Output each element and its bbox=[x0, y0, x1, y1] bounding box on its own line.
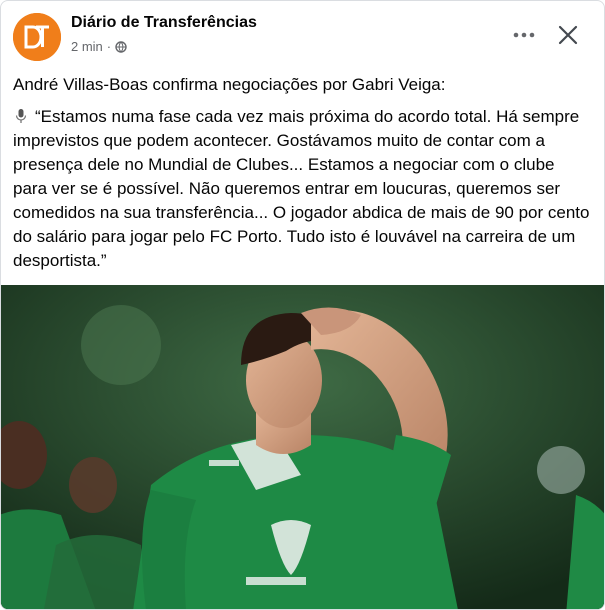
post-timestamp[interactable]: 2 min bbox=[71, 39, 103, 54]
post-quote-paragraph: “Estamos numa fase cada vez mais próxima… bbox=[13, 105, 593, 273]
close-button[interactable] bbox=[554, 21, 582, 49]
post-text: André Villas-Boas confirma negociações p… bbox=[13, 73, 593, 273]
close-icon bbox=[558, 25, 578, 45]
post-photo[interactable] bbox=[1, 285, 604, 609]
page-avatar[interactable] bbox=[13, 13, 61, 61]
more-options-button[interactable] bbox=[510, 23, 538, 47]
post-header: Diário de Transferências 2 min · bbox=[1, 1, 604, 71]
page-name[interactable]: Diário de Transferências bbox=[71, 14, 257, 32]
post-headline: André Villas-Boas confirma negociações p… bbox=[13, 75, 446, 94]
dt-logo-icon bbox=[13, 13, 61, 61]
player-photo-image bbox=[1, 285, 604, 609]
post-quote: “Estamos numa fase cada vez mais próxima… bbox=[13, 107, 590, 270]
meta-separator: · bbox=[106, 39, 112, 54]
post-card: Diário de Transferências 2 min · André V… bbox=[0, 0, 605, 610]
post-meta: 2 min · bbox=[71, 39, 127, 54]
globe-icon bbox=[115, 40, 127, 53]
microphone-icon bbox=[15, 109, 27, 123]
more-options-icon bbox=[513, 32, 535, 38]
